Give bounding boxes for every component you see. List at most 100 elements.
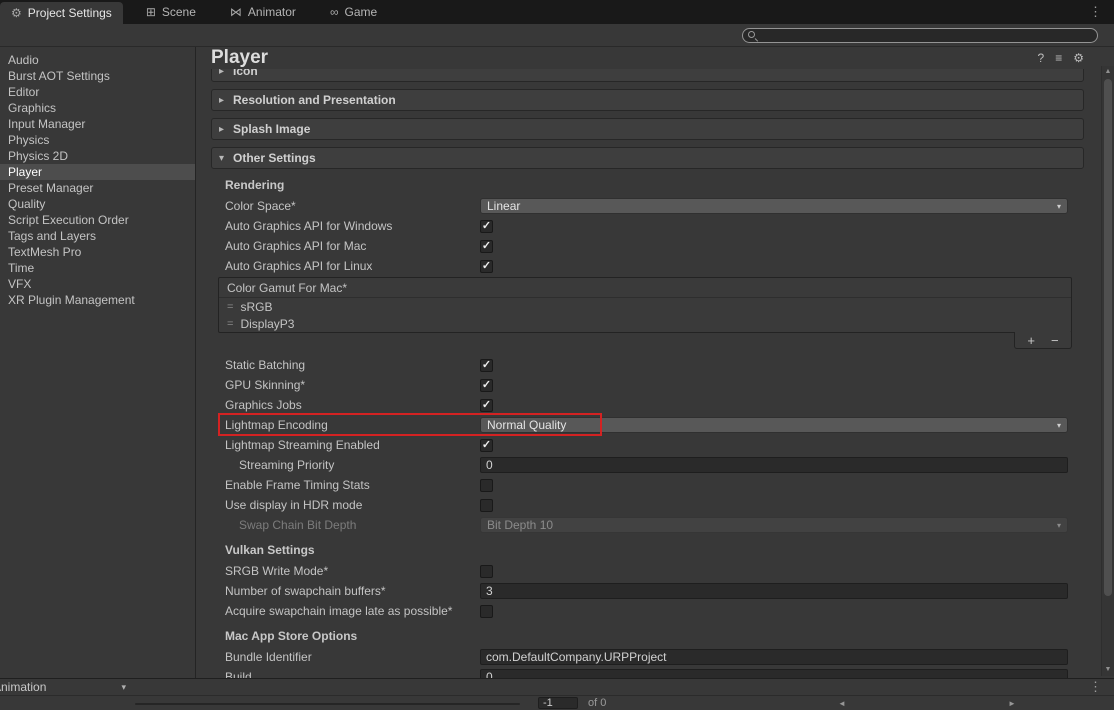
tab-animation[interactable]: Animation ▾ <box>0 680 126 694</box>
remove-button[interactable]: − <box>1051 334 1059 347</box>
sidebar-item-quality[interactable]: Quality <box>0 196 195 212</box>
sidebar-item-burst-aot-settings[interactable]: Burst AOT Settings <box>0 68 195 84</box>
list-item[interactable]: = sRGB <box>219 298 1071 315</box>
row-bundle-identifier: Bundle Identifier <box>225 647 1068 667</box>
section-splash-image[interactable]: ▸ Splash Image <box>211 118 1084 140</box>
project-settings-content: Audio Burst AOT Settings Editor Graphics… <box>0 47 1114 678</box>
section-label: Resolution and Presentation <box>233 93 396 107</box>
hdr-mode-checkbox[interactable] <box>480 499 493 512</box>
sidebar-item-physics-2d[interactable]: Physics 2D <box>0 148 195 164</box>
dropdown-value: Bit Depth 10 <box>487 518 553 532</box>
page-title: Player <box>211 47 268 69</box>
row-srgb-write-mode: SRGB Write Mode* <box>225 561 1068 581</box>
section-other-settings[interactable]: ▾ Other Settings <box>211 147 1084 169</box>
settings-category-sidebar: Audio Burst AOT Settings Editor Graphics… <box>0 47 196 678</box>
srgb-write-mode-checkbox[interactable] <box>480 565 493 578</box>
lightmap-streaming-label: Lightmap Streaming Enabled <box>225 438 480 452</box>
section-resolution-and-presentation[interactable]: ▸ Resolution and Presentation <box>211 89 1084 111</box>
tab-label: Game <box>345 5 378 19</box>
window-tab-bar: ⚙ Project Settings ⊞ Scene ⋈ Animator ∞ … <box>0 0 1114 24</box>
animation-window-strip: Animation ▾ ⋮ <box>0 678 1114 695</box>
row-swap-chain-bit-depth: Swap Chain Bit Depth Bit Depth 10 ▾ <box>225 515 1068 535</box>
sidebar-item-input-manager[interactable]: Input Manager <box>0 116 195 132</box>
tab-scene[interactable]: ⊞ Scene <box>135 0 207 24</box>
bundle-identifier-field[interactable] <box>480 649 1068 665</box>
player-settings-panel: Player ? ≡ ⚙ ▸ Icon ▸ Resolution and Pre… <box>197 47 1100 678</box>
swapchain-buffers-field[interactable] <box>480 583 1068 599</box>
presets-icon[interactable]: ≡ <box>1055 51 1062 65</box>
build-field[interactable] <box>480 669 1068 678</box>
tab-label: Scene <box>162 5 196 19</box>
lightmap-streaming-checkbox[interactable]: ✓ <box>480 439 493 452</box>
tab-label: Project Settings <box>28 6 112 20</box>
streaming-priority-field[interactable] <box>480 457 1068 473</box>
vertical-scrollbar[interactable]: ▲ ▼ <box>1101 66 1114 676</box>
scroll-right-icon[interactable]: ► <box>1008 699 1016 708</box>
acquire-swapchain-late-checkbox[interactable] <box>480 605 493 618</box>
tab-animator[interactable]: ⋈ Animator <box>219 0 307 24</box>
row-swapchain-buffers: Number of swapchain buffers* <box>225 581 1068 601</box>
sidebar-item-textmesh-pro[interactable]: TextMesh Pro <box>0 244 195 260</box>
lightmap-encoding-dropdown[interactable]: Normal Quality ▾ <box>480 417 1068 433</box>
check-icon: ✓ <box>482 380 491 391</box>
auto-api-linux-label: Auto Graphics API for Linux <box>225 259 480 273</box>
swapchain-buffers-label: Number of swapchain buffers* <box>225 584 480 598</box>
scrollbar-thumb[interactable] <box>1104 79 1112 596</box>
graphics-jobs-label: Graphics Jobs <box>225 398 480 412</box>
add-button[interactable]: + <box>1027 334 1035 347</box>
scroll-down-icon[interactable]: ▼ <box>1102 664 1114 676</box>
help-icon[interactable]: ? <box>1038 51 1045 65</box>
frame-number-field[interactable] <box>538 697 578 709</box>
section-icon[interactable]: ▸ Icon <box>211 69 1084 82</box>
graphics-jobs-checkbox[interactable]: ✓ <box>480 399 493 412</box>
gear-icon[interactable]: ⚙ <box>1073 51 1084 65</box>
sidebar-item-vfx[interactable]: VFX <box>0 276 195 292</box>
row-graphics-jobs: Graphics Jobs ✓ <box>225 395 1068 415</box>
sidebar-item-graphics[interactable]: Graphics <box>0 100 195 116</box>
animation-bottom-bar: of 0 ◄ ► <box>0 695 1114 710</box>
row-streaming-priority: Streaming Priority <box>225 455 1068 475</box>
auto-api-linux-checkbox[interactable]: ✓ <box>480 260 493 273</box>
sidebar-item-player[interactable]: Player <box>0 164 195 180</box>
drag-handle-icon[interactable]: = <box>227 301 233 313</box>
streaming-priority-label: Streaming Priority <box>239 458 480 472</box>
section-label: Icon <box>233 69 258 78</box>
frame-timing-stats-label: Enable Frame Timing Stats <box>225 478 480 492</box>
sidebar-item-script-execution-order[interactable]: Script Execution Order <box>0 212 195 228</box>
color-space-dropdown[interactable]: Linear ▾ <box>480 198 1068 214</box>
static-batching-checkbox[interactable]: ✓ <box>480 359 493 372</box>
frame-timing-stats-checkbox[interactable] <box>480 479 493 492</box>
hdr-mode-label: Use display in HDR mode <box>225 498 480 512</box>
sidebar-item-time[interactable]: Time <box>0 260 195 276</box>
row-lightmap-streaming: Lightmap Streaming Enabled ✓ <box>225 435 1068 455</box>
auto-api-mac-checkbox[interactable]: ✓ <box>480 240 493 253</box>
drag-handle-icon[interactable]: = <box>227 318 233 330</box>
scroll-left-icon[interactable]: ◄ <box>838 699 846 708</box>
sidebar-item-editor[interactable]: Editor <box>0 84 195 100</box>
chevron-right-icon: ▸ <box>219 124 233 135</box>
sidebar-item-physics[interactable]: Physics <box>0 132 195 148</box>
scroll-up-icon[interactable]: ▲ <box>1102 66 1114 78</box>
timeline-scrollbar[interactable] <box>135 703 520 705</box>
chevron-down-icon: ▾ <box>121 682 126 693</box>
search-box[interactable] <box>742 28 1098 43</box>
chevron-down-icon: ▾ <box>219 153 233 164</box>
sidebar-item-audio[interactable]: Audio <box>0 52 195 68</box>
auto-api-windows-checkbox[interactable]: ✓ <box>480 220 493 233</box>
sidebar-item-tags-and-layers[interactable]: Tags and Layers <box>0 228 195 244</box>
row-auto-graphics-api-windows: Auto Graphics API for Windows ✓ <box>225 216 1068 236</box>
tabbar-context-menu-icon[interactable]: ⋮ <box>1077 0 1114 24</box>
gpu-skinning-checkbox[interactable]: ✓ <box>480 379 493 392</box>
swap-chain-dropdown: Bit Depth 10 ▾ <box>480 517 1068 533</box>
animator-icon: ⋈ <box>230 5 242 19</box>
row-build: Build <box>225 667 1068 678</box>
sidebar-item-xr-plugin-management[interactable]: XR Plugin Management <box>0 292 195 308</box>
list-item[interactable]: = DisplayP3 <box>219 315 1071 332</box>
animation-context-menu-icon[interactable]: ⋮ <box>1089 679 1114 695</box>
search-input[interactable] <box>758 30 1097 42</box>
row-auto-graphics-api-mac: Auto Graphics API for Mac ✓ <box>225 236 1068 256</box>
tab-game[interactable]: ∞ Game <box>319 0 388 24</box>
chevron-down-icon: ▾ <box>1057 421 1061 430</box>
tab-project-settings[interactable]: ⚙ Project Settings <box>0 2 123 24</box>
sidebar-item-preset-manager[interactable]: Preset Manager <box>0 180 195 196</box>
